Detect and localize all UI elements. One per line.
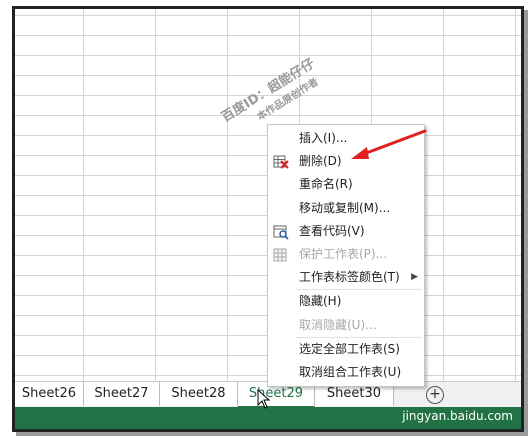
add-sheet-button[interactable]: + [426,386,444,404]
sheet-tab-sheet27[interactable]: Sheet27 [84,382,160,406]
menu-item-rename-label: 重命名(R) [299,177,353,192]
menu-item-protect-sheet[interactable]: 保护工作表(P)... [268,243,424,266]
status-bar: jingyan.baidu.com [15,407,521,429]
menu-item-protect-sheet-label: 保护工作表(P)... [299,246,388,261]
menu-item-delete-label: 删除(D) [299,154,342,169]
mouse-cursor-icon [257,389,271,409]
delete-sheet-icon [273,155,289,169]
excel-window: 百度ID：超能仔仔 本作品原创作者 Sheet26 Sheet27 Sheet2… [12,6,524,432]
menu-item-move-copy[interactable]: 移动或复制(M)... [268,197,424,220]
menu-item-insert-label: 插入(I)... [299,131,348,145]
menu-item-view-code[interactable]: 查看代码(V) [268,220,424,243]
protect-sheet-icon [273,248,287,262]
menu-item-unhide-label: 取消隐藏(U)... [299,317,377,332]
sheet-tab-sheet26[interactable]: Sheet26 [15,382,84,406]
submenu-arrow-icon: ▶ [411,272,418,283]
menu-item-hide-label: 隐藏(H) [299,294,342,309]
annotation-arrow-icon [351,129,427,159]
brand-watermark: jingyan.baidu.com [402,409,513,423]
menu-item-select-all-sheets[interactable]: 选定全部工作表(S) [268,338,424,361]
sheet-context-menu: 插入(I)... 删除(D) 重命名(R) 移动或复制(M)... 查看代码(V… [267,124,425,388]
menu-item-rename[interactable]: 重命名(R) [268,173,424,196]
menu-item-select-all-sheets-label: 选定全部工作表(S) [299,341,400,356]
menu-item-tab-color-label: 工作表标签颜色(T) [299,270,400,285]
menu-item-hide[interactable]: 隐藏(H) [268,290,424,313]
view-code-icon [273,225,289,240]
menu-item-move-copy-label: 移动或复制(M)... [299,200,391,215]
menu-item-view-code-label: 查看代码(V) [299,223,365,238]
menu-item-tab-color[interactable]: 工作表标签颜色(T) ▶ [268,266,424,289]
menu-item-unhide[interactable]: 取消隐藏(U)... [268,314,424,337]
menu-item-ungroup-sheets[interactable]: 取消组合工作表(U) [268,361,424,384]
menu-item-ungroup-sheets-label: 取消组合工作表(U) [299,364,402,379]
sheet-tab-sheet28[interactable]: Sheet28 [160,382,238,406]
